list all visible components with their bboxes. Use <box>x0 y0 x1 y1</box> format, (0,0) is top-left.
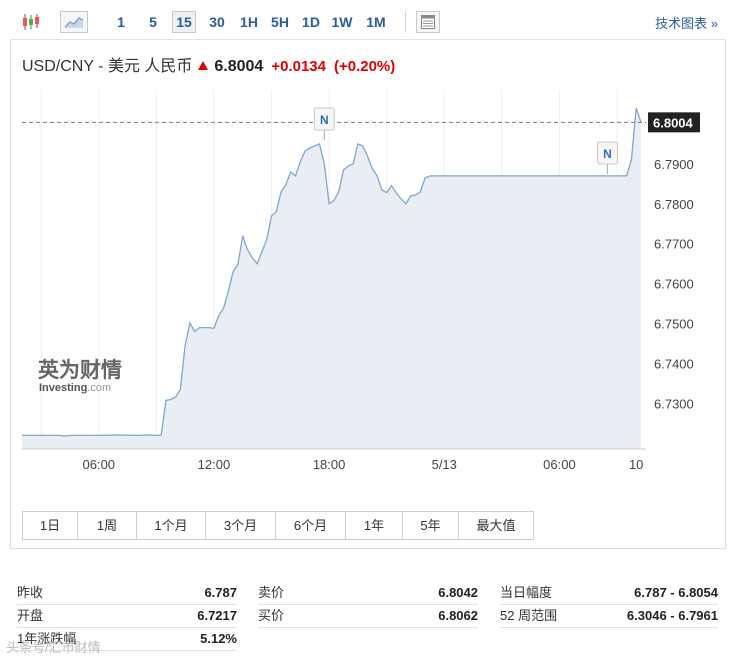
range-5y[interactable]: 5年 <box>403 512 459 539</box>
x-tick-label: 5/13 <box>432 457 457 472</box>
news-marker-label: N <box>320 113 329 127</box>
logo-chinese-text: 英为财情 <box>38 358 122 382</box>
range-1w[interactable]: 1周 <box>78 512 137 539</box>
range-3m[interactable]: 3个月 <box>206 512 276 539</box>
y-tick-label: 6.7400 <box>654 357 694 372</box>
stat-prev-close: 昨收 6.787 <box>17 582 237 605</box>
watermark: 头条号/汇市财情 <box>6 640 101 655</box>
y-tick-label: 6.7900 <box>654 157 694 172</box>
y-tick-label: 6.7300 <box>654 396 694 411</box>
range-1d[interactable]: 1日 <box>23 512 78 539</box>
price-chart[interactable]: N N 6.7300 6.7400 6.7500 6.7600 6.7700 6.7800 6… <box>0 0 741 661</box>
y-tick-label: 6.7800 <box>654 197 694 212</box>
x-tick-label: 18:00 <box>313 457 346 472</box>
range-1m[interactable]: 1个月 <box>137 512 206 539</box>
y-tick-label: 6.7500 <box>654 317 694 332</box>
x-tick-label: 06:00 <box>83 457 116 472</box>
x-tick-label: 06:00 <box>543 457 576 472</box>
range-max[interactable]: 最大值 <box>459 512 533 539</box>
y-tick-label: 6.7700 <box>654 237 694 252</box>
news-marker-label: N <box>603 147 612 161</box>
current-price-label: 6.8004 <box>653 115 694 130</box>
current-price-badge: 6.8004 <box>648 112 700 133</box>
range-1y[interactable]: 1年 <box>346 512 403 539</box>
stat-52w-range: 52 周范围 6.3046 - 6.7961 <box>500 605 718 628</box>
logo-investing-text: Investing.com <box>39 382 111 394</box>
y-tick-label: 6.7600 <box>654 277 694 292</box>
stat-day-range: 当日幅度 6.787 - 6.8054 <box>500 582 718 605</box>
stat-bid: 卖价 6.8042 <box>258 582 478 605</box>
investing-logo: 英为财情 Investing.com <box>38 358 122 394</box>
stat-ask: 买价 6.8062 <box>258 605 478 628</box>
x-tick-label: 12:00 <box>198 457 231 472</box>
range-selector: 1日 1周 1个月 3个月 6个月 1年 5年 最大值 <box>22 511 534 540</box>
range-6m[interactable]: 6个月 <box>276 512 346 539</box>
stat-open: 开盘 6.7217 <box>17 605 237 628</box>
x-tick-label: 10 <box>629 457 643 472</box>
